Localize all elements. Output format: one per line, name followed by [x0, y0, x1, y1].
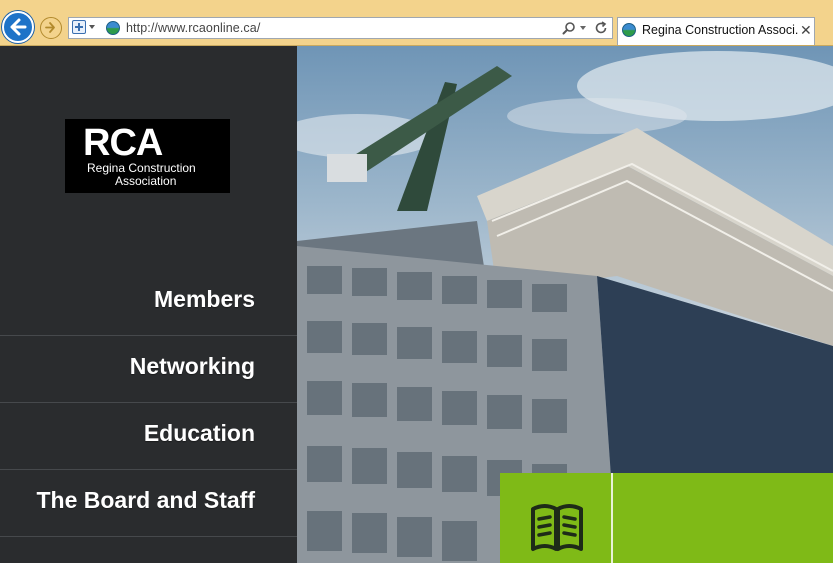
logo-acronym: RCA [83, 122, 163, 164]
search-icon[interactable] [562, 21, 576, 35]
search-dropdown-icon[interactable] [580, 26, 586, 30]
add-site-button[interactable] [72, 20, 100, 36]
nav-item-label: Members [154, 286, 255, 312]
arrow-right-icon [45, 22, 55, 33]
rca-logo[interactable]: RCA Regina Construction Association [65, 119, 230, 193]
tab-title: Regina Construction Associ... [642, 23, 798, 37]
tab-favicon-icon [622, 23, 636, 37]
book-icon [531, 504, 583, 551]
arrow-left-icon [10, 18, 27, 36]
refresh-icon[interactable] [594, 21, 608, 35]
feature-divider [611, 473, 613, 563]
nav-item-label: Education [143, 420, 255, 446]
plus-icon [72, 20, 86, 34]
browser-toolbar: http://www.rcaonline.ca/ Regina Construc… [0, 0, 833, 46]
nav-item-label: Networking [129, 353, 255, 379]
nav-item-board-and-staff[interactable]: The Board and Staff [0, 471, 297, 537]
feature-tile[interactable] [500, 473, 833, 563]
nav-item-members[interactable]: Members [0, 270, 297, 336]
browser-tab[interactable]: Regina Construction Associ... ✕ [617, 17, 815, 45]
chevron-down-icon [89, 25, 95, 29]
address-bar[interactable]: http://www.rcaonline.ca/ [68, 17, 613, 39]
back-button[interactable] [2, 11, 34, 43]
nav-item-networking[interactable]: Networking [0, 337, 297, 403]
nav-item-label: The Board and Staff [36, 487, 255, 513]
url-text[interactable]: http://www.rcaonline.ca/ [126, 21, 260, 35]
forward-button[interactable] [40, 17, 62, 39]
logo-name-line2: Association [115, 174, 177, 188]
site-favicon-icon [106, 21, 120, 35]
nav-item-education[interactable]: Education [0, 404, 297, 470]
close-tab-icon[interactable]: ✕ [800, 22, 812, 39]
sidebar-nav: RCA Regina Construction Association Memb… [0, 46, 297, 563]
